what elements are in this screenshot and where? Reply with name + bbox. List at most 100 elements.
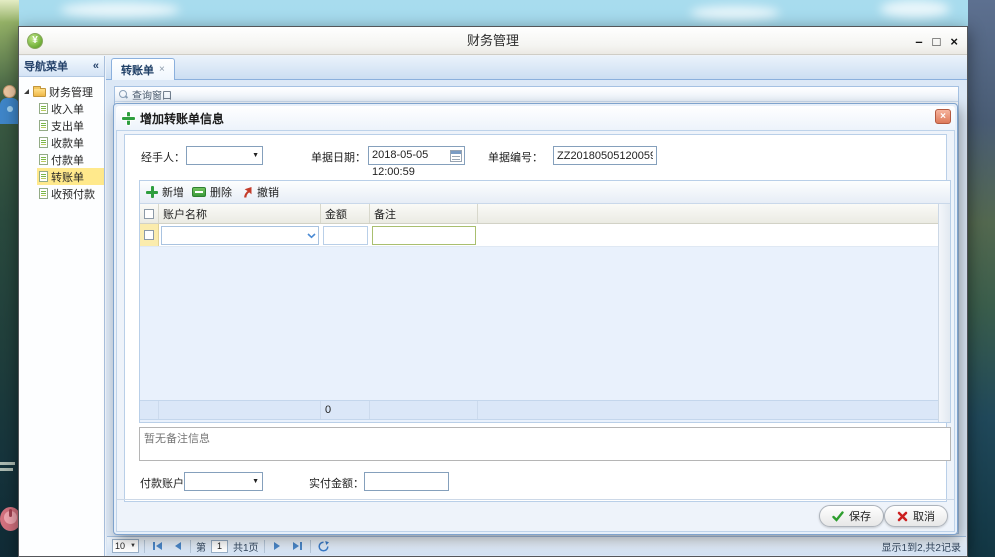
desktop-avatar-image xyxy=(0,84,19,136)
chevron-down-icon: ▼ xyxy=(252,478,259,485)
page-number-input[interactable] xyxy=(211,539,228,553)
refresh-button[interactable] xyxy=(316,539,331,554)
sidebar-title: 导航菜单 xyxy=(24,61,68,73)
column-header-account[interactable]: 账户名称 xyxy=(159,204,321,223)
grid-delete-label: 删除 xyxy=(210,187,232,199)
dialog-close-button[interactable]: × xyxy=(935,109,951,124)
watermark-text xyxy=(0,468,13,471)
sidebar-item-income[interactable]: 收入单 xyxy=(37,100,104,117)
handler-select[interactable]: ▼ xyxy=(186,146,263,165)
dialog-button-bar: 保存 取消 xyxy=(117,499,954,531)
header-fields-row: 经手人： ▼ 单据日期： 2018-05-05 12:00:59 单据编号： xyxy=(125,146,946,178)
check-icon xyxy=(832,510,844,522)
dialog-body: 经手人： ▼ 单据日期： 2018-05-05 12:00:59 单据编号： Z… xyxy=(116,130,955,532)
pagination-next-button[interactable] xyxy=(270,539,285,554)
document-icon xyxy=(39,188,48,199)
tree-node-label: 收款单 xyxy=(51,137,84,150)
pay-amount-input[interactable] xyxy=(364,472,449,491)
pay-account-select[interactable]: ▼ xyxy=(184,472,263,491)
page-size-select[interactable]: 10 ▼ xyxy=(112,539,139,553)
grid-undo-label: 撤销 xyxy=(257,187,279,199)
save-label: 保存 xyxy=(849,511,871,523)
add-transfer-dialog: 增加转账单信息 × 经手人： ▼ 单据日期： 2018-05-05 12:00:… xyxy=(113,103,958,535)
separator xyxy=(190,539,191,553)
tree-node-finance-root[interactable]: 财务管理 xyxy=(22,83,104,100)
remarks-textarea[interactable] xyxy=(139,427,951,461)
amount-cell xyxy=(321,224,370,246)
sidebar-item-prepaid[interactable]: 收预付款 xyxy=(37,185,104,202)
tab-transfer[interactable]: 转账单 × xyxy=(111,58,175,80)
tree-node-label: 收入单 xyxy=(51,103,84,116)
column-header-amount[interactable]: 金额 xyxy=(321,204,370,223)
undo-icon xyxy=(244,187,252,198)
delete-icon xyxy=(192,187,206,197)
cloud-shape xyxy=(880,0,950,18)
save-button[interactable]: 保存 xyxy=(819,505,884,527)
document-icon xyxy=(39,154,48,165)
summary-select-cell xyxy=(140,401,159,419)
summary-remark-cell xyxy=(370,401,478,419)
date-label: 单据日期： xyxy=(311,152,366,164)
tree-node-label: 支出单 xyxy=(51,120,84,133)
sidebar-item-transfer[interactable]: 转账单 xyxy=(37,168,104,185)
sidebar-item-expense[interactable]: 支出单 xyxy=(37,117,104,134)
doc-no-label: 单据编号： xyxy=(488,152,543,164)
sidebar-collapse-icon[interactable]: « xyxy=(93,60,99,72)
grid-header-row: 账户名称 金额 备注 xyxy=(140,204,950,224)
date-input[interactable]: 2018-05-05 12:00:59 xyxy=(368,146,465,178)
account-select[interactable] xyxy=(161,225,319,245)
tab-close-icon[interactable]: × xyxy=(159,64,165,75)
tree-node-label: 付款单 xyxy=(51,154,84,167)
accounts-grid: 新增 删除 撤销 账户名称 金额 备注 0 xyxy=(139,180,951,423)
pay-amount-label: 实付金额： xyxy=(309,478,364,490)
pagination-prev-button[interactable] xyxy=(170,539,185,554)
tab-bar: 转账单 × xyxy=(106,56,967,80)
grid-undo-button[interactable]: 撤销 xyxy=(240,184,279,200)
column-header-select[interactable] xyxy=(140,204,159,223)
grid-scrollbar[interactable] xyxy=(938,204,950,422)
doc-no-input[interactable] xyxy=(553,146,657,165)
cancel-label: 取消 xyxy=(913,511,935,523)
search-icon xyxy=(119,89,128,99)
pagination-last-button[interactable] xyxy=(290,539,305,554)
chevron-down-icon xyxy=(307,232,316,238)
desktop-wallpaper-right xyxy=(968,0,995,557)
watermark-text xyxy=(0,462,15,465)
page-size-value: 10 xyxy=(115,541,126,551)
x-icon xyxy=(897,511,908,521)
expander-icon[interactable] xyxy=(24,89,29,94)
payment-fields-row: 付款账户： ▼ 实付金额： xyxy=(125,472,946,492)
chevron-down-icon: ▼ xyxy=(130,543,136,549)
tree-node-label: 收预付款 xyxy=(51,188,95,201)
tab-label: 转账单 xyxy=(121,64,154,77)
select-all-checkbox[interactable] xyxy=(144,208,154,219)
grid-add-button[interactable]: 新增 xyxy=(146,184,184,200)
column-header-empty xyxy=(478,204,950,223)
maximize-button[interactable]: □ xyxy=(933,34,941,49)
separator xyxy=(309,539,311,553)
tree-node-label: 财务管理 xyxy=(49,86,93,99)
remark-cell xyxy=(370,224,478,246)
sidebar-item-receipt[interactable]: 收款单 xyxy=(37,134,104,151)
chevron-down-icon: ▼ xyxy=(252,152,259,159)
navigation-sidebar: 导航菜单 « 财务管理 收入单 支出单 收款单 付款单 转账单 收预付款 xyxy=(19,56,105,556)
amount-input[interactable] xyxy=(323,225,368,245)
row-select-cell[interactable] xyxy=(140,224,159,246)
account-cell xyxy=(159,224,321,246)
document-icon xyxy=(39,103,48,114)
window-titlebar: ¥ 财务管理 – □ × xyxy=(19,27,967,55)
pagination-first-button[interactable] xyxy=(150,539,165,554)
cloud-shape xyxy=(60,2,180,18)
close-button[interactable]: × xyxy=(950,34,958,49)
grid-delete-button[interactable]: 删除 xyxy=(192,184,232,200)
column-header-remark[interactable]: 备注 xyxy=(370,204,478,223)
amount-total: 0 xyxy=(321,401,370,419)
remark-input[interactable] xyxy=(372,225,476,245)
dialog-title: 增加转账单信息 xyxy=(140,111,225,126)
page-total-label: 共1页 xyxy=(233,542,259,554)
minimize-button[interactable]: – xyxy=(915,34,922,49)
row-checkbox[interactable] xyxy=(144,230,154,240)
calendar-icon[interactable] xyxy=(450,150,462,162)
cancel-button[interactable]: 取消 xyxy=(884,505,948,527)
sidebar-item-payment[interactable]: 付款单 xyxy=(37,151,104,168)
